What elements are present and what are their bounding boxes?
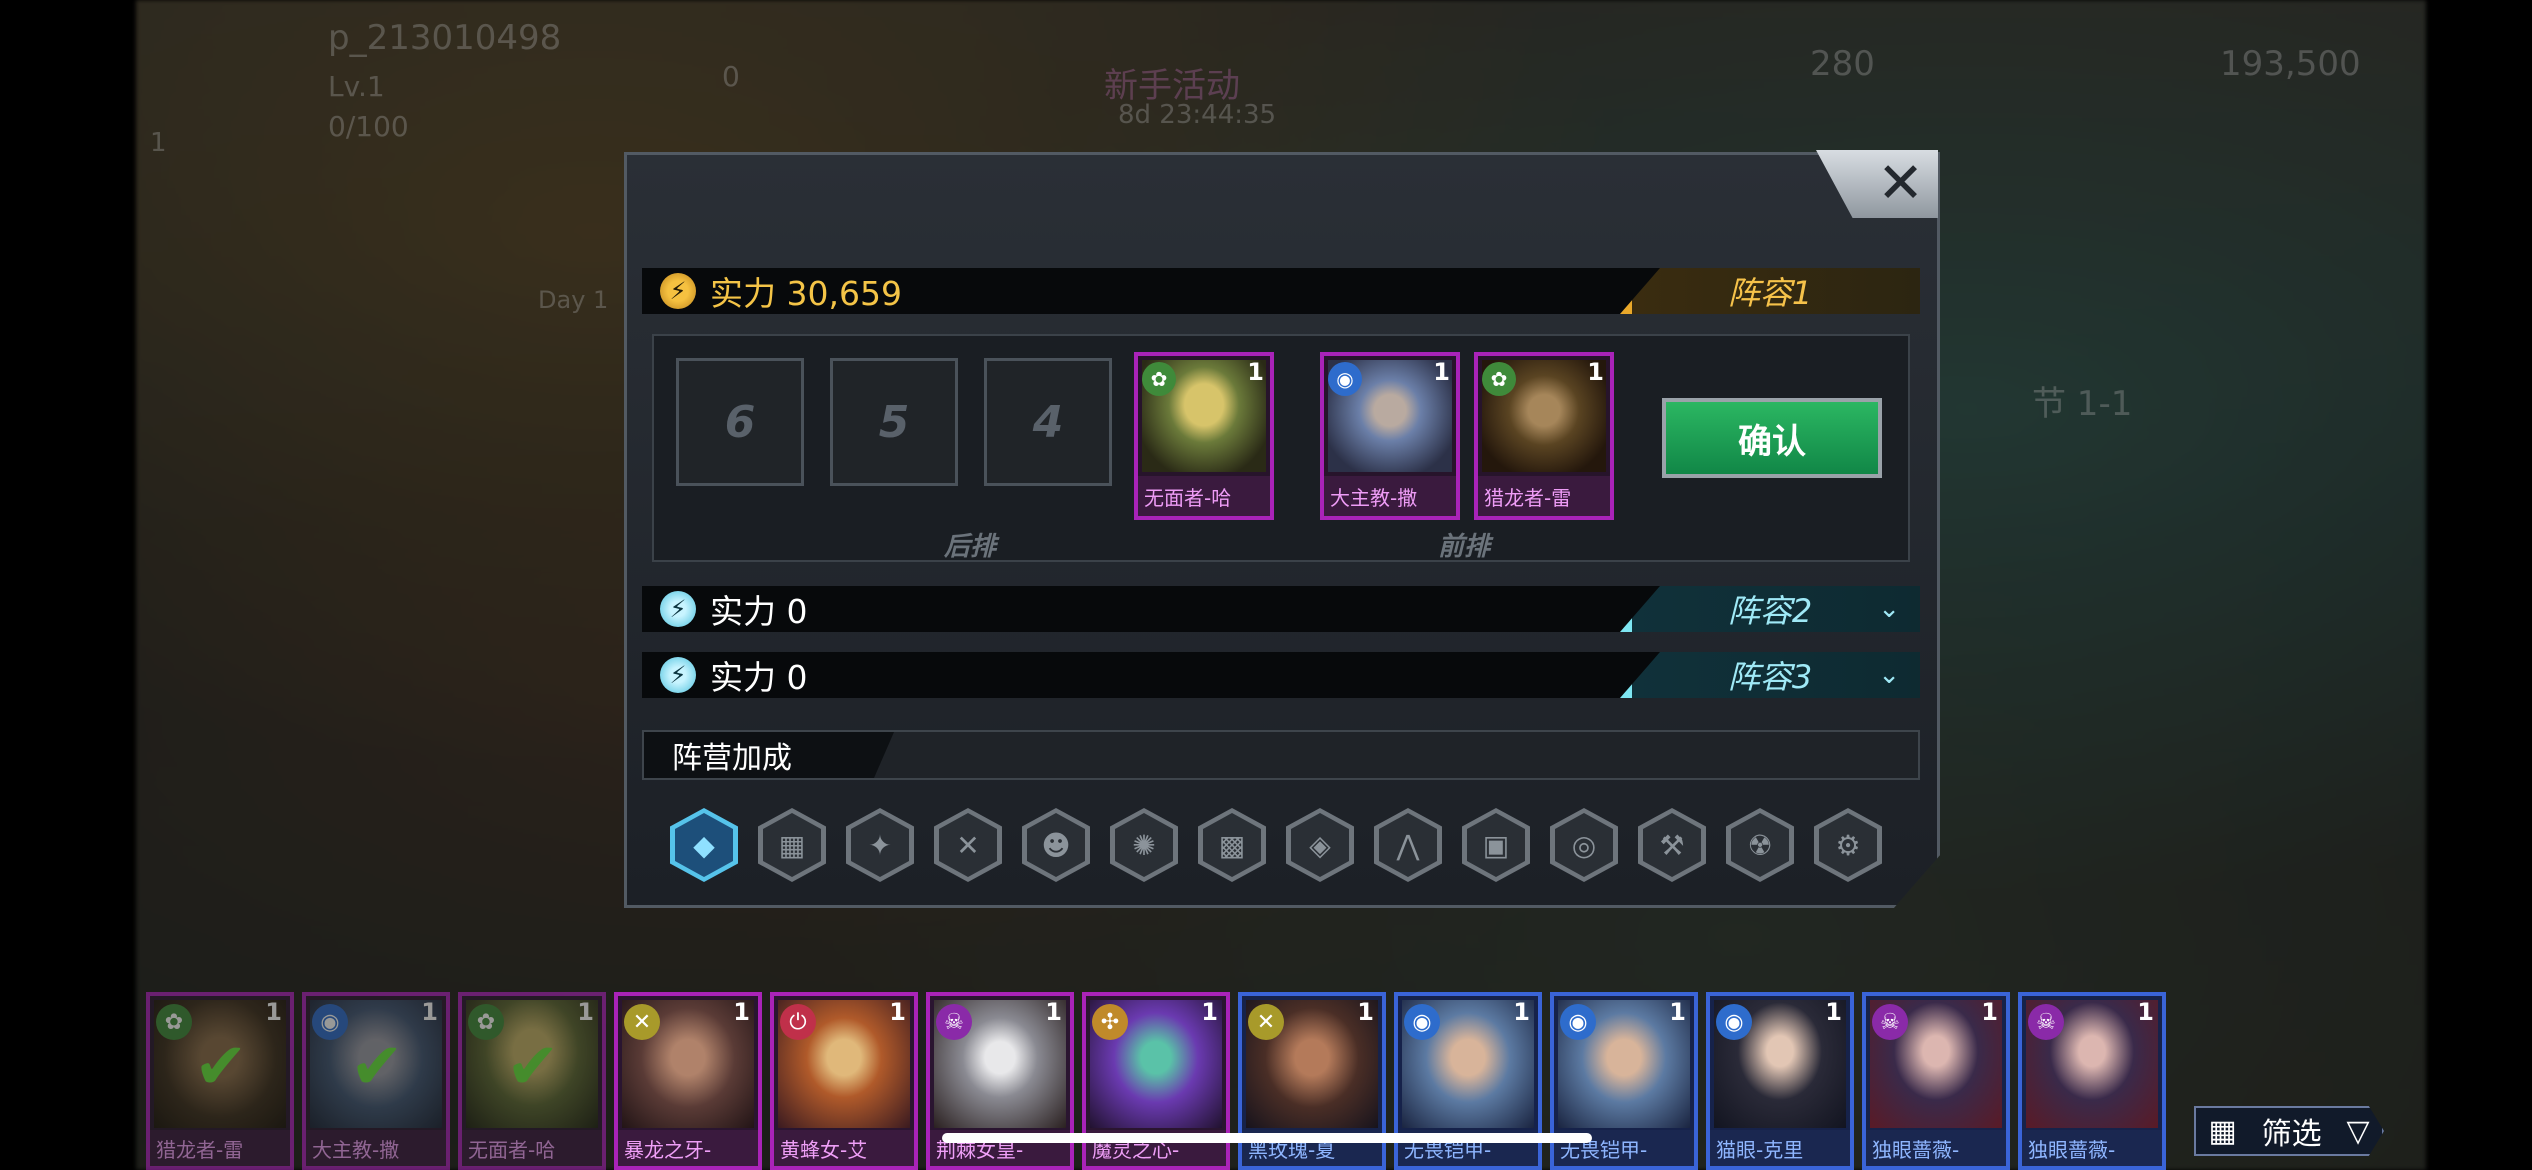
roster-card[interactable]: ✣ 1 魔灵之心- xyxy=(1082,992,1230,1170)
power-icon: ⚡ xyxy=(660,657,696,693)
hero-name: 猎龙者-雷 xyxy=(150,1130,290,1166)
tech-icon: ◉ xyxy=(1560,1004,1596,1040)
hero-star-count: 1 xyxy=(1513,998,1530,1026)
claw-faction-icon: ✕ xyxy=(624,1004,660,1040)
lineup-1-power: 实力 30,659 xyxy=(710,274,902,313)
empty-slot-6[interactable]: 6 xyxy=(676,358,804,486)
lineup-3-tab-label: 阵容3 xyxy=(1727,658,1813,696)
triangle-down-icon: ▽ xyxy=(2346,1113,2370,1149)
hero-name: 大主教-撒 xyxy=(1324,476,1456,516)
hero-star-count: 1 xyxy=(1357,998,1374,1026)
filter-label: 筛选 xyxy=(2261,1117,2322,1152)
lineup-1-header[interactable]: ⚡ 实力 30,659 阵容1 xyxy=(642,268,1920,314)
roster-card[interactable]: ✕ 1 暴龙之牙- xyxy=(614,992,762,1170)
roster-card[interactable]: ◉ 1 猫眼-克里 xyxy=(1706,992,1854,1170)
hero-star-count: 1 xyxy=(577,998,594,1026)
hero-name: 暴龙之牙- xyxy=(618,1130,758,1166)
hero-star-count: 1 xyxy=(1669,998,1686,1026)
close-icon: ✕ xyxy=(1877,151,1924,216)
lineup-2-header[interactable]: ⚡ 实力 0 阵容2 ⌄ xyxy=(642,586,1920,632)
nature-icon: ✿ xyxy=(156,1004,192,1040)
camp-bonus-bar: 阵营加成 xyxy=(642,730,1920,780)
power-faction-icon: ⏻ xyxy=(780,1004,816,1040)
confirm-button[interactable]: 确认 xyxy=(1662,398,1882,478)
hero-star-count: 1 xyxy=(1247,358,1264,386)
hero-star-count: 1 xyxy=(1981,998,1998,1026)
tech-icon: ◉ xyxy=(1404,1004,1440,1040)
empty-slot-4[interactable]: 4 xyxy=(984,358,1112,486)
hero-star-count: 1 xyxy=(1587,358,1604,386)
hero-name: 无面者-哈 xyxy=(1138,476,1270,516)
power-icon: ⚡ xyxy=(660,273,696,309)
lineup-2-tab[interactable]: 阵容2 ⌄ xyxy=(1620,586,1920,632)
hero-star-count: 1 xyxy=(1045,998,1062,1026)
front-row-label: 前排 xyxy=(1438,532,1491,562)
lineup-2-tab-label: 阵容2 xyxy=(1727,592,1813,630)
tech-icon: ◉ xyxy=(1716,1004,1752,1040)
nature-icon: ✿ xyxy=(1142,362,1176,396)
lineup-3-header[interactable]: ⚡ 实力 0 阵容3 ⌄ xyxy=(642,652,1920,698)
power-icon: ⚡ xyxy=(660,591,696,627)
chevron-down-icon: ⌄ xyxy=(1878,594,1900,624)
hero-star-count: 1 xyxy=(889,998,906,1026)
skull-faction-icon: ☠ xyxy=(2028,1004,2064,1040)
claw-faction-icon: ✕ xyxy=(1248,1004,1284,1040)
camp-bonus-label: 阵营加成 xyxy=(644,732,894,778)
placed-hero-1[interactable]: ✿ 1 无面者-哈 xyxy=(1134,352,1274,520)
roster-card[interactable]: ⏻ 1 黄蜂女-艾 xyxy=(770,992,918,1170)
skull-faction-icon: ☠ xyxy=(1872,1004,1908,1040)
triad-faction-icon: ✣ xyxy=(1092,1004,1128,1040)
tech-icon: ◉ xyxy=(312,1004,348,1040)
chevron-down-icon: ⌄ xyxy=(1878,660,1900,690)
nature-icon: ✿ xyxy=(1482,362,1516,396)
lineup-1-tab[interactable]: 阵容1 xyxy=(1620,268,1920,314)
hero-name: 无面者-哈 xyxy=(462,1130,602,1166)
roster-card[interactable]: ☠ 1 独眼蔷薇- xyxy=(1862,992,2010,1170)
lineup-3-power: 实力 0 xyxy=(710,658,808,697)
hero-name: 独眼蔷薇- xyxy=(2022,1130,2162,1166)
home-indicator[interactable] xyxy=(942,1133,1592,1143)
hero-star-count: 1 xyxy=(1201,998,1218,1026)
roster-card[interactable]: ✕ 1 黑玫瑰-夏 xyxy=(1238,992,1386,1170)
empty-slot-5[interactable]: 5 xyxy=(830,358,958,486)
skull-faction-icon: ☠ xyxy=(936,1004,972,1040)
placed-hero-2[interactable]: ◉ 1 大主教-撒 xyxy=(1320,352,1460,520)
tech-icon: ◉ xyxy=(1328,362,1362,396)
filter-button[interactable]: ▦ 筛选 ▽ xyxy=(2194,1106,2384,1156)
selected-check-icon: ✔ xyxy=(506,1030,560,1104)
hero-star-count: 1 xyxy=(421,998,438,1026)
hero-star-count: 1 xyxy=(265,998,282,1026)
lineup-2-power: 实力 0 xyxy=(710,592,808,631)
hero-name: 黄蜂女-艾 xyxy=(774,1130,914,1166)
roster-card[interactable]: ✿ 1 ✔ 猎龙者-雷 xyxy=(146,992,294,1170)
hero-star-count: 1 xyxy=(2137,998,2154,1026)
selected-check-icon: ✔ xyxy=(194,1030,248,1104)
roster-card[interactable]: ☠ 1 独眼蔷薇- xyxy=(2018,992,2166,1170)
roster-card[interactable]: ☠ 1 荆棘女皇- xyxy=(926,992,1074,1170)
hero-star-count: 1 xyxy=(1825,998,1842,1026)
hero-name: 大主教-撒 xyxy=(306,1130,446,1166)
hero-star-count: 1 xyxy=(733,998,750,1026)
back-row-label: 后排 xyxy=(944,532,997,562)
lineup-3-tab[interactable]: 阵容3 ⌄ xyxy=(1620,652,1920,698)
roster-card[interactable]: ◉ 1 无畏铠甲- xyxy=(1394,992,1542,1170)
hero-name: 独眼蔷薇- xyxy=(1866,1130,2006,1166)
selected-check-icon: ✔ xyxy=(350,1030,404,1104)
nature-icon: ✿ xyxy=(468,1004,504,1040)
roster-card[interactable]: ◉ 1 ✔ 大主教-撒 xyxy=(302,992,450,1170)
placed-hero-3[interactable]: ✿ 1 猎龙者-雷 xyxy=(1474,352,1614,520)
roster-card[interactable]: ✿ 1 ✔ 无面者-哈 xyxy=(458,992,606,1170)
roster-card[interactable]: ◉ 1 无畏铠甲- xyxy=(1550,992,1698,1170)
hero-name: 猎龙者-雷 xyxy=(1478,476,1610,516)
grid-icon: ▦ xyxy=(2208,1113,2237,1149)
hero-star-count: 1 xyxy=(1433,358,1450,386)
hero-name: 猫眼-克里 xyxy=(1710,1130,1850,1166)
